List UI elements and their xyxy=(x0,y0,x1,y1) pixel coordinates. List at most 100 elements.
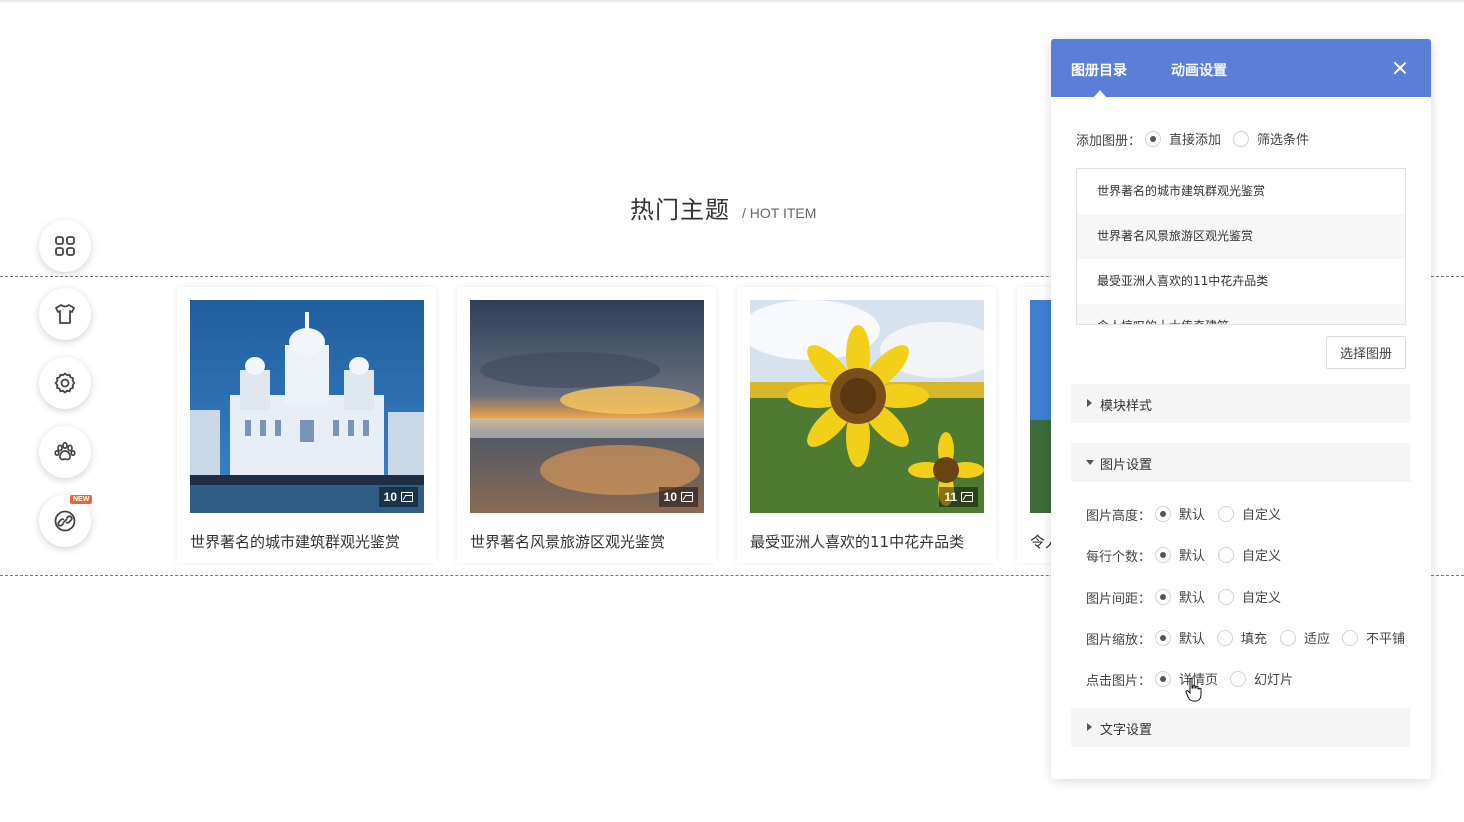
accordion-module-style[interactable]: 模块样式 xyxy=(1071,384,1411,423)
radio-label: 填充 xyxy=(1241,632,1268,647)
list-item[interactable]: 世界著名风景旅游区观光鉴赏 xyxy=(1077,214,1405,259)
radio-image-spacing-default[interactable]: 默认 xyxy=(1155,587,1205,606)
album-card[interactable]: 11 最受亚洲人喜欢的11中花卉品类 xyxy=(737,287,996,563)
link-icon xyxy=(54,510,76,532)
radio-indicator xyxy=(1280,629,1296,646)
page: 热门主题 / HOT ITEM NEW 10 世界著名的城市建筑群观光鉴赏 10… xyxy=(0,0,1464,822)
accordion-image-settings[interactable]: 图片设置 xyxy=(1071,443,1411,482)
list-item[interactable]: 令人惊叹的十大传奇建筑 xyxy=(1077,304,1405,324)
radio-image-spacing-custom[interactable]: 自定义 xyxy=(1218,587,1281,606)
radio-click-slideshow[interactable]: 幻灯片 xyxy=(1230,669,1293,688)
photo-count-badge: 11 xyxy=(939,487,978,507)
radio-label: 自定义 xyxy=(1242,591,1282,606)
new-badge: NEW xyxy=(70,495,93,504)
caret-right-icon xyxy=(1087,399,1092,407)
radio-image-scaling-fit[interactable]: 适应 xyxy=(1280,628,1330,647)
radio-label: 筛选条件 xyxy=(1257,133,1310,148)
radio-indicator xyxy=(1155,670,1171,687)
radio-label: 默认 xyxy=(1179,632,1206,647)
tool-button-settings[interactable] xyxy=(39,357,91,409)
radio-indicator xyxy=(1155,629,1171,646)
radio-indicator xyxy=(1155,505,1171,522)
panel-header: 图册目录 动画设置 xyxy=(1051,39,1431,97)
radio-indicator xyxy=(1342,629,1358,646)
list-item[interactable]: 世界著名的城市建筑群观光鉴赏 xyxy=(1077,169,1405,214)
caret-right-icon xyxy=(1087,723,1092,731)
radio-label: 自定义 xyxy=(1242,508,1282,523)
album-cover-image[interactable]: 10 xyxy=(190,300,424,513)
radio-indicator xyxy=(1155,546,1171,563)
sunset-image xyxy=(470,300,704,513)
album-card[interactable]: 10 世界著名的城市建筑群观光鉴赏 xyxy=(177,287,436,563)
radio-label: 默认 xyxy=(1179,591,1206,606)
radio-indicator xyxy=(1145,130,1161,147)
radio-label: 自定义 xyxy=(1242,549,1282,564)
radio-image-scaling-no-tile[interactable]: 不平铺 xyxy=(1342,628,1405,647)
album-title[interactable]: 世界著名风景旅游区观光鉴赏 xyxy=(470,531,665,552)
image-icon xyxy=(681,492,693,502)
radio-indicator xyxy=(1155,588,1171,605)
tool-button-theme[interactable] xyxy=(39,288,91,340)
radio-label: 直接添加 xyxy=(1169,133,1222,148)
image-icon xyxy=(401,492,413,502)
section-title: 热门主题 / HOT ITEM xyxy=(630,190,816,225)
click-image-label: 点击图片： xyxy=(1086,674,1152,689)
album-title[interactable]: 最受亚洲人喜欢的11中花卉品类 xyxy=(750,531,964,552)
image-scaling-label: 图片缩放： xyxy=(1086,633,1152,648)
radio-indicator xyxy=(1217,629,1233,646)
radio-indicator xyxy=(1218,505,1234,522)
album-title[interactable]: 世界著名的城市建筑群观光鉴赏 xyxy=(190,531,400,552)
close-icon[interactable] xyxy=(1393,61,1407,75)
tool-button-pet[interactable] xyxy=(39,426,91,478)
radio-indicator xyxy=(1233,130,1249,147)
add-album-label: 添加图册： xyxy=(1076,134,1142,149)
list-item[interactable]: 最受亚洲人喜欢的11中花卉品类 xyxy=(1077,259,1405,304)
tab-animation-settings[interactable]: 动画设置 xyxy=(1171,60,1227,80)
radio-label: 幻灯片 xyxy=(1254,673,1294,688)
image-height-label: 图片高度： xyxy=(1086,509,1152,524)
radio-items-per-row-default[interactable]: 默认 xyxy=(1155,545,1205,564)
sunflower-image xyxy=(750,300,984,513)
radio-label: 默认 xyxy=(1179,549,1206,564)
radio-image-height-custom[interactable]: 自定义 xyxy=(1218,504,1281,523)
radio-indicator xyxy=(1230,670,1246,687)
album-card[interactable]: 10 世界著名风景旅游区观光鉴赏 xyxy=(457,287,716,563)
accordion-text-settings[interactable]: 文字设置 xyxy=(1071,708,1411,747)
photo-count: 10 xyxy=(383,490,397,504)
caret-down-icon xyxy=(1086,460,1094,465)
cathedral-image xyxy=(190,300,424,513)
tool-button-layout[interactable] xyxy=(39,220,91,272)
accordion-label: 文字设置 xyxy=(1100,723,1153,738)
image-spacing-label: 图片间距： xyxy=(1086,592,1152,607)
gear-icon xyxy=(54,372,76,394)
radio-label: 默认 xyxy=(1179,508,1206,523)
radio-items-per-row-custom[interactable]: 自定义 xyxy=(1218,545,1281,564)
radio-direct-add[interactable]: 直接添加 xyxy=(1145,129,1221,148)
photo-count-badge: 10 xyxy=(378,487,418,507)
photo-count: 10 xyxy=(663,490,677,504)
tshirt-icon xyxy=(55,304,75,324)
select-album-button[interactable]: 选择图册 xyxy=(1326,336,1406,369)
radio-image-scaling-fill[interactable]: 填充 xyxy=(1217,628,1267,647)
paw-icon xyxy=(54,442,76,461)
album-cover-image[interactable]: 11 xyxy=(750,300,984,513)
accordion-label: 图片设置 xyxy=(1100,458,1153,473)
radio-indicator xyxy=(1218,546,1234,563)
hand-cursor-icon xyxy=(1185,677,1202,702)
radio-filter-condition[interactable]: 筛选条件 xyxy=(1233,129,1309,148)
radio-image-height-default[interactable]: 默认 xyxy=(1155,504,1205,523)
grid-icon xyxy=(55,236,75,256)
active-tab-indicator xyxy=(1094,90,1106,97)
top-shadow xyxy=(0,0,1464,4)
radio-label: 适应 xyxy=(1304,632,1331,647)
settings-panel: 图册目录 动画设置 添加图册： 直接添加 筛选条件 世界著名的城市建筑群观光鉴赏… xyxy=(1051,39,1431,779)
tab-album-catalog[interactable]: 图册目录 xyxy=(1071,60,1127,80)
album-cover-image[interactable]: 10 xyxy=(470,300,704,513)
radio-indicator xyxy=(1218,588,1234,605)
album-list[interactable]: 世界著名的城市建筑群观光鉴赏 世界著名风景旅游区观光鉴赏 最受亚洲人喜欢的11中… xyxy=(1076,168,1406,325)
radio-label: 不平铺 xyxy=(1366,632,1406,647)
section-title-subtitle: / HOT ITEM xyxy=(742,205,817,221)
radio-image-scaling-default[interactable]: 默认 xyxy=(1155,628,1205,647)
image-icon xyxy=(961,492,973,502)
section-title-main: 热门主题 xyxy=(630,196,730,224)
